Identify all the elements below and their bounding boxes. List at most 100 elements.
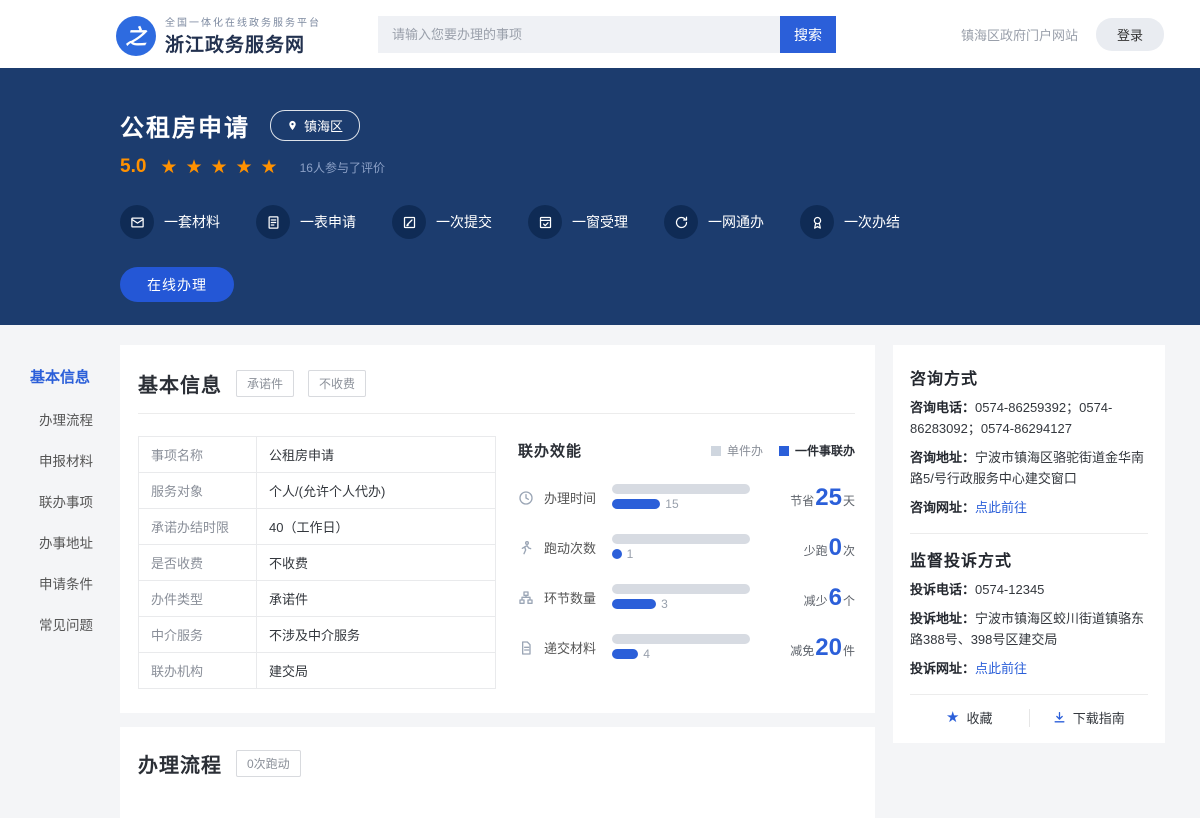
legend-swatch-single xyxy=(711,446,721,456)
saving-prefix: 减免 xyxy=(790,642,814,659)
search-input[interactable] xyxy=(378,16,780,53)
table-row: 服务对象 个人/(允许个人代办) xyxy=(139,473,496,509)
download-guide-button[interactable]: 下载指南 xyxy=(1030,708,1149,727)
bar-value: 4 xyxy=(643,647,650,661)
login-button[interactable]: 登录 xyxy=(1096,18,1164,51)
saving-text: 节省 25 天 xyxy=(790,486,855,510)
row-value: 不收费 xyxy=(257,545,496,581)
nav-item-joint-items[interactable]: 联办事项 xyxy=(39,491,118,511)
bar-value: 15 xyxy=(665,497,678,511)
bar-single xyxy=(612,634,750,644)
top-header: 之 全国一体化在线政务服务平台 浙江政务服务网 搜索 镇海区政府门户网站 登录 xyxy=(0,0,1200,68)
star-icon: ★ xyxy=(946,710,959,725)
bar-group: 1 xyxy=(612,534,750,561)
bar-single xyxy=(612,534,750,544)
row-label: 办件类型 xyxy=(139,581,257,617)
network-sync-icon xyxy=(664,205,698,239)
saving-text: 减免 20 件 xyxy=(790,636,855,660)
complaint-address: 投诉地址：宁波市镇海区蛟川街道镇骆东路388号、398号区建交局 xyxy=(910,608,1148,650)
chart-row-label: 办理时间 xyxy=(544,488,608,507)
clock-icon xyxy=(518,490,536,506)
complaint-website: 投诉网址：点此前往 xyxy=(910,658,1148,679)
portal-site-link[interactable]: 镇海区政府门户网站 xyxy=(961,25,1078,44)
runner-icon xyxy=(518,540,536,556)
table-row: 联办机构 建交局 xyxy=(139,653,496,689)
row-value: 40（工作日） xyxy=(257,509,496,545)
nav-item-process[interactable]: 办理流程 xyxy=(39,409,118,429)
saving-text: 少跑 0 次 xyxy=(804,536,855,560)
field-label: 咨询地址： xyxy=(910,450,975,465)
saving-number: 0 xyxy=(829,536,842,560)
saving-unit: 件 xyxy=(843,642,855,659)
row-value: 个人/(允许个人代办) xyxy=(257,473,496,509)
site-name: 浙江政务服务网 xyxy=(165,30,321,57)
nav-item-conditions[interactable]: 申请条件 xyxy=(39,573,118,593)
feature-item: 一套材料 xyxy=(120,205,220,239)
table-row: 承诺办结时限 40（工作日） xyxy=(139,509,496,545)
feature-label: 一窗受理 xyxy=(572,212,628,232)
favorite-label: 收藏 xyxy=(966,708,992,727)
legend-label-joint: 一件事联办 xyxy=(795,442,855,459)
table-row: 中介服务 不涉及中介服务 xyxy=(139,617,496,653)
saving-number: 20 xyxy=(815,636,842,660)
feature-item: 一次办结 xyxy=(800,205,900,239)
bar-joint xyxy=(612,549,622,559)
rating-score: 5.0 xyxy=(120,156,146,178)
consult-address: 咨询地址：宁波市镇海区骆驼街道金华南路5/号行政服务中心建交窗口 xyxy=(910,447,1148,489)
search-button[interactable]: 搜索 xyxy=(780,16,836,53)
main-column: 基本信息 承诺件 不收费 事项名称 公租房申请 服务对象 个人/(允许个人代办)… xyxy=(120,345,875,818)
apply-online-button[interactable]: 在线办理 xyxy=(120,267,234,302)
district-badge[interactable]: 镇海区 xyxy=(270,110,360,141)
info-table: 事项名称 公租房申请 服务对象 个人/(允许个人代办) 承诺办结时限 40（工作… xyxy=(138,436,496,689)
rating-count: 16人参与了评价 xyxy=(300,159,385,176)
section-divider xyxy=(910,533,1148,534)
consult-website: 咨询网址：点此前往 xyxy=(910,497,1148,518)
contact-card: 咨询方式 咨询电话：0574-86259392；0574-86283092；05… xyxy=(893,345,1165,743)
zero-trips-tag: 0次跑动 xyxy=(236,750,301,777)
process-card: 办理流程 0次跑动 xyxy=(120,727,875,818)
complaint-website-link[interactable]: 点此前往 xyxy=(975,661,1027,676)
platform-name: 全国一体化在线政务服务平台 xyxy=(165,14,321,29)
nav-item-faq[interactable]: 常见问题 xyxy=(39,614,118,634)
field-label: 投诉电话： xyxy=(910,582,975,597)
chart-row-label: 环节数量 xyxy=(544,588,608,607)
feature-label: 一套材料 xyxy=(164,212,220,232)
bar-joint xyxy=(612,599,656,609)
district-label: 镇海区 xyxy=(304,116,343,135)
bar-single xyxy=(612,484,750,494)
chart-row-label: 跑动次数 xyxy=(544,538,608,557)
bar-group: 4 xyxy=(612,634,750,661)
chart-title: 联办效能 xyxy=(518,440,582,461)
row-label: 是否收费 xyxy=(139,545,257,581)
page-title: 公租房申请 xyxy=(120,108,250,143)
complaint-phone: 投诉电话：0574-12345 xyxy=(910,579,1148,600)
download-icon xyxy=(1053,711,1066,724)
saving-number: 25 xyxy=(815,486,842,510)
field-label: 咨询电话： xyxy=(910,400,975,415)
bar-value: 1 xyxy=(627,547,634,561)
nav-item-materials[interactable]: 申报材料 xyxy=(39,450,118,470)
location-pin-icon xyxy=(287,119,298,132)
favorite-button[interactable]: ★ 收藏 xyxy=(910,708,1029,727)
card-actions: ★ 收藏 下载指南 xyxy=(910,694,1148,727)
saving-text: 减少 6 个 xyxy=(804,586,855,610)
basic-info-card: 基本信息 承诺件 不收费 事项名称 公租房申请 服务对象 个人/(允许个人代办)… xyxy=(120,345,875,713)
row-value: 建交局 xyxy=(257,653,496,689)
feature-item: 一网通办 xyxy=(664,205,764,239)
nav-item-basic-info[interactable]: 基本信息 xyxy=(30,366,118,387)
bar-group: 15 xyxy=(612,484,750,511)
saving-prefix: 减少 xyxy=(804,592,828,609)
basic-info-title: 基本信息 xyxy=(138,369,222,398)
bar-group: 3 xyxy=(612,584,750,611)
table-row: 是否收费 不收费 xyxy=(139,545,496,581)
site-logo[interactable]: 之 全国一体化在线政务服务平台 浙江政务服务网 xyxy=(116,14,321,57)
feature-item: 一窗受理 xyxy=(528,205,628,239)
field-label: 投诉地址： xyxy=(910,611,975,626)
nav-item-address[interactable]: 办事地址 xyxy=(39,532,118,552)
section-nav: 基本信息 办理流程 申报材料 联办事项 办事地址 申请条件 常见问题 xyxy=(30,366,118,655)
consult-website-link[interactable]: 点此前往 xyxy=(975,500,1027,515)
legend-label-single: 单件办 xyxy=(727,442,763,459)
row-label: 承诺办结时限 xyxy=(139,509,257,545)
chart-row-label: 递交材料 xyxy=(544,638,608,657)
consult-phone: 咨询电话：0574-86259392；0574-86283092；0574-86… xyxy=(910,397,1148,439)
